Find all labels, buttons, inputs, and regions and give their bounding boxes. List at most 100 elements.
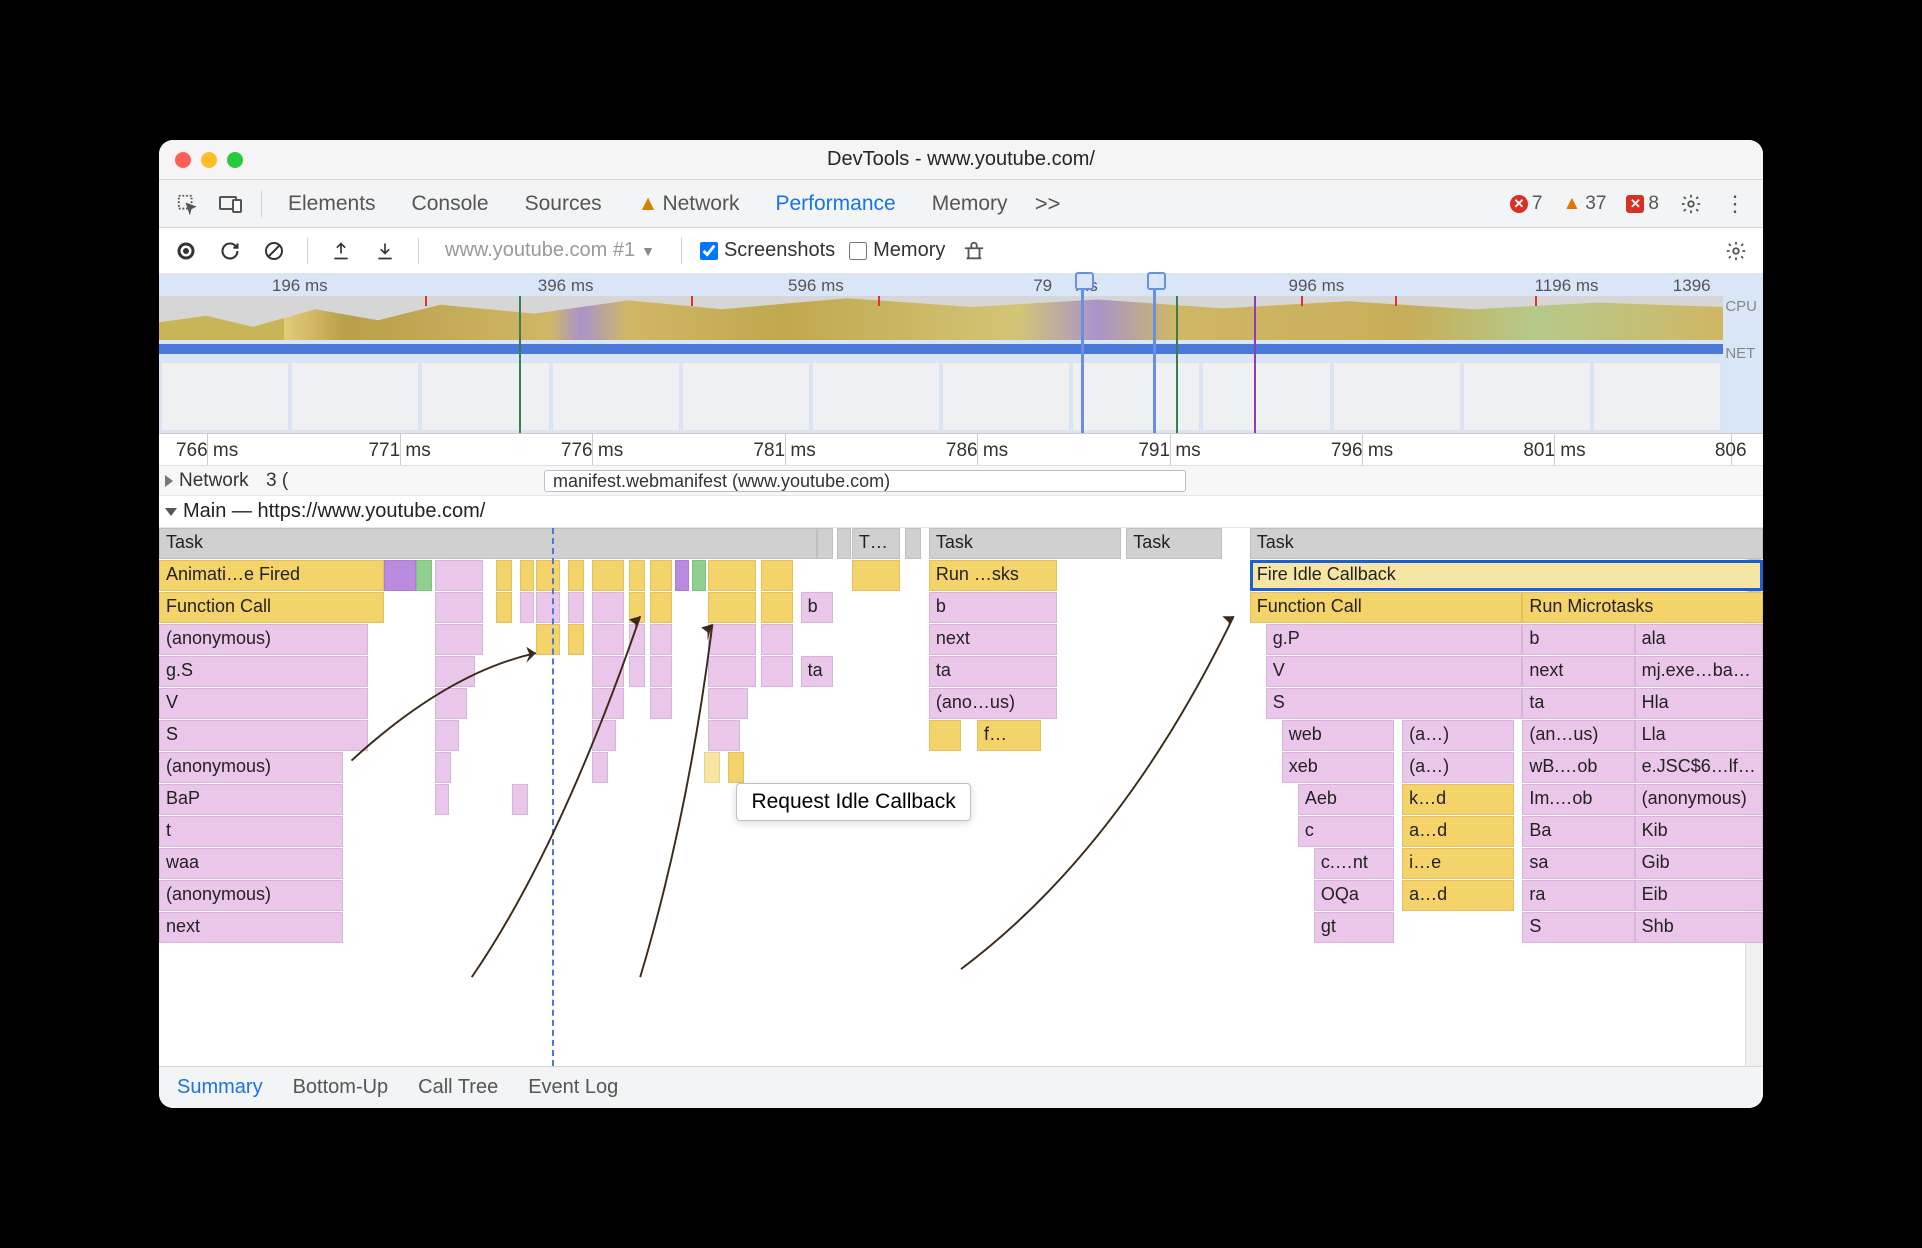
flame-entry[interactable] <box>512 784 528 815</box>
flame-entry[interactable]: a…d <box>1402 816 1514 847</box>
flame-entry[interactable]: (a…) <box>1402 720 1514 751</box>
flame-entry[interactable] <box>650 624 672 655</box>
flame-entry[interactable] <box>929 720 961 751</box>
flame-entry[interactable]: V <box>159 688 368 719</box>
flame-entry[interactable] <box>629 592 645 623</box>
inspect-icon[interactable] <box>169 186 205 222</box>
flame-entry[interactable] <box>592 688 624 719</box>
flame-entry[interactable] <box>761 592 793 623</box>
flame-entry[interactable] <box>435 784 449 815</box>
flame-entry[interactable]: t <box>159 816 343 847</box>
flame-entry[interactable]: Task <box>929 528 1121 559</box>
flame-entry[interactable] <box>536 624 560 655</box>
flame-entry[interactable]: (anonymous) <box>1635 784 1763 815</box>
flame-entry[interactable] <box>905 528 921 559</box>
flame-entry[interactable] <box>708 624 756 655</box>
flame-entry[interactable]: Function Call <box>159 592 384 623</box>
reload-button[interactable] <box>215 236 245 266</box>
flame-entry[interactable]: Run Microtasks <box>1522 592 1763 623</box>
flame-entry[interactable]: S <box>159 720 368 751</box>
flame-entry[interactable]: (anonymous) <box>159 752 343 783</box>
warning-count[interactable]: ▲37 <box>1556 193 1612 215</box>
flame-entry[interactable]: Eib <box>1635 880 1763 911</box>
flame-entry[interactable]: ta <box>1522 688 1634 719</box>
flame-entry[interactable] <box>650 688 672 719</box>
flame-entry[interactable] <box>708 656 756 687</box>
flame-entry[interactable]: BaP <box>159 784 343 815</box>
error-count-red[interactable]: ✕7 <box>1504 193 1549 215</box>
flame-entry[interactable] <box>435 656 475 687</box>
flame-entry[interactable]: Lla <box>1635 720 1763 751</box>
flame-entry[interactable] <box>435 624 483 655</box>
flame-entry[interactable]: Task <box>1126 528 1222 559</box>
flame-entry[interactable] <box>629 560 645 591</box>
flame-entry[interactable]: ta <box>801 656 833 687</box>
flame-entry[interactable] <box>708 688 748 719</box>
flame-entry[interactable]: Task <box>159 528 817 559</box>
record-button[interactable] <box>171 236 201 266</box>
flame-entry[interactable]: Run …sks <box>929 560 1057 591</box>
flame-entry[interactable] <box>496 560 512 591</box>
collapse-icon[interactable] <box>165 508 177 516</box>
flame-entry[interactable] <box>708 560 756 591</box>
flame-entry[interactable] <box>708 592 756 623</box>
flame-entry[interactable]: T… <box>852 528 900 559</box>
tab-performance[interactable]: Performance <box>761 192 909 216</box>
flame-entry[interactable]: Hla <box>1635 688 1763 719</box>
flame-entry[interactable] <box>536 560 560 591</box>
flame-entry[interactable] <box>592 720 616 751</box>
flame-entry[interactable]: g.P <box>1266 624 1523 655</box>
flame-entry[interactable]: b <box>801 592 833 623</box>
flame-entry[interactable] <box>650 656 672 687</box>
flame-entry[interactable]: next <box>1522 656 1634 687</box>
more-tabs-button[interactable]: >> <box>1030 186 1066 222</box>
network-track[interactable]: Network 3 ( manifest.webmanifest (www.yo… <box>159 466 1763 496</box>
overview-handle-right[interactable] <box>1153 274 1156 433</box>
flame-entry[interactable] <box>837 528 851 559</box>
tab-summary[interactable]: Summary <box>177 1076 263 1099</box>
flame-entry[interactable]: Animati…e Fired <box>159 560 384 591</box>
flame-entry[interactable] <box>592 624 624 655</box>
flame-entry[interactable]: e.JSC$6…lfilled <box>1635 752 1763 783</box>
flame-entry[interactable] <box>692 560 706 591</box>
flame-entry[interactable]: S <box>1266 688 1523 719</box>
flame-entry[interactable]: OQa <box>1314 880 1394 911</box>
flame-entry[interactable] <box>568 560 584 591</box>
flame-entry[interactable]: V <box>1266 656 1523 687</box>
flame-entry[interactable] <box>675 560 689 591</box>
flame-entry[interactable]: next <box>929 624 1057 655</box>
upload-icon[interactable] <box>326 236 356 266</box>
flame-entry[interactable] <box>568 624 584 655</box>
flame-entry[interactable]: a…d <box>1402 880 1514 911</box>
flame-entry[interactable] <box>728 752 744 783</box>
flame-entry[interactable]: Im.…ob <box>1522 784 1634 815</box>
flame-entry[interactable] <box>761 656 793 687</box>
flame-entry[interactable]: gt <box>1314 912 1394 943</box>
flame-entry[interactable]: ra <box>1522 880 1634 911</box>
flame-entry[interactable] <box>592 592 624 623</box>
flame-entry[interactable]: Function Call <box>1250 592 1523 623</box>
flame-entry[interactable]: waa <box>159 848 343 879</box>
flame-entry[interactable] <box>435 720 459 751</box>
device-toolbar-icon[interactable] <box>213 186 249 222</box>
main-track-header[interactable]: Main — https://www.youtube.com/ <box>159 496 1763 528</box>
flame-entry[interactable]: b <box>1522 624 1634 655</box>
flame-entry[interactable]: f… <box>977 720 1041 751</box>
flame-entry[interactable]: ala <box>1635 624 1763 655</box>
flame-entry[interactable]: k…d <box>1402 784 1514 815</box>
flame-entry[interactable] <box>650 592 672 623</box>
flame-entry[interactable]: sa <box>1522 848 1634 879</box>
flame-entry[interactable] <box>817 528 833 559</box>
collect-garbage-icon[interactable] <box>959 236 989 266</box>
network-request[interactable]: manifest.webmanifest (www.youtube.com) <box>544 470 1186 492</box>
kebab-menu-icon[interactable]: ⋮ <box>1717 186 1753 222</box>
download-icon[interactable] <box>370 236 400 266</box>
flame-entry[interactable]: wB.…ob <box>1522 752 1634 783</box>
flame-entry[interactable]: Shb <box>1635 912 1763 943</box>
tab-console[interactable]: Console <box>398 192 503 216</box>
flame-entry[interactable] <box>761 624 793 655</box>
flame-entry[interactable]: (a…) <box>1402 752 1514 783</box>
tab-sources[interactable]: Sources <box>511 192 616 216</box>
flame-entry[interactable] <box>629 656 645 687</box>
detail-ruler[interactable]: 766 ms771 ms776 ms781 ms786 ms791 ms796 … <box>159 434 1763 466</box>
